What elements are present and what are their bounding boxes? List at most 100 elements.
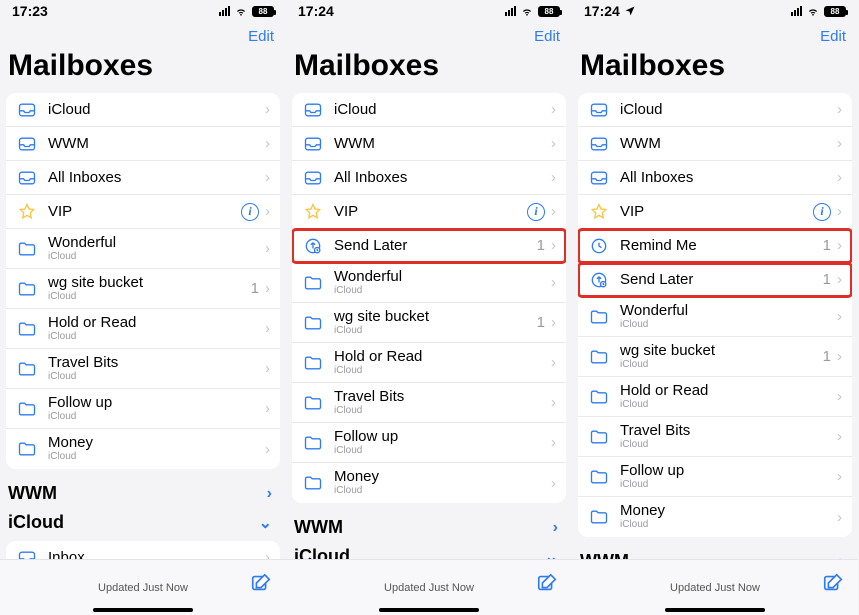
row-label: Money — [334, 469, 551, 485]
row-sublabel: iCloud — [334, 326, 537, 337]
chevron-right-icon: › — [551, 237, 556, 254]
row-sublabel: iCloud — [48, 412, 265, 423]
folder-icon — [302, 472, 324, 494]
scroll-area[interactable]: iCloud › WWM › All Inboxes › VIP i› Send… — [286, 93, 572, 615]
status-time: 17:24 — [584, 3, 620, 19]
group-header-icloud[interactable]: iCloud ⌄ — [0, 512, 286, 541]
compose-button[interactable] — [822, 572, 844, 594]
row-sublabel: iCloud — [334, 486, 551, 497]
row-all-inboxes[interactable]: All Inboxes › — [6, 161, 280, 195]
inbox-icon — [302, 99, 324, 121]
row-label: WWM — [334, 136, 551, 152]
row-wg-site-bucket[interactable]: wg site bucket iCloud 1› — [292, 303, 566, 343]
row-travel-bits[interactable]: Travel Bits iCloud › — [6, 349, 280, 389]
row-wonderful[interactable]: Wonderful iCloud › — [578, 297, 852, 337]
row-remind-me[interactable]: Remind Me 1› — [578, 229, 852, 263]
row-follow-up[interactable]: Follow up iCloud › — [578, 457, 852, 497]
inbox-icon — [588, 167, 610, 189]
row-icloud[interactable]: iCloud › — [292, 93, 566, 127]
row-vip[interactable]: VIP i› — [292, 195, 566, 229]
row-wonderful[interactable]: Wonderful iCloud › — [6, 229, 280, 269]
row-money[interactable]: Money iCloud › — [578, 497, 852, 537]
folder-icon — [588, 466, 610, 488]
row-label: All Inboxes — [48, 170, 265, 186]
row-all-inboxes[interactable]: All Inboxes › — [578, 161, 852, 195]
compose-button[interactable] — [536, 572, 558, 594]
chevron-right-icon: › — [551, 169, 556, 186]
folder-icon — [588, 346, 610, 368]
group-header-wwm[interactable]: WWM › — [0, 483, 286, 512]
row-label: Remind Me — [620, 238, 823, 254]
row-label: iCloud — [334, 102, 551, 118]
row-money[interactable]: Money iCloud › — [292, 463, 566, 503]
row-label: VIP — [48, 204, 241, 220]
chevron-right-icon: › — [265, 360, 270, 377]
star-icon — [16, 201, 38, 223]
row-follow-up[interactable]: Follow up iCloud › — [6, 389, 280, 429]
row-travel-bits[interactable]: Travel Bits iCloud › — [292, 383, 566, 423]
row-vip[interactable]: VIP i › — [578, 195, 852, 229]
edit-button[interactable]: Edit — [534, 28, 560, 45]
compose-button[interactable] — [250, 572, 272, 594]
scroll-area[interactable]: iCloud › WWM › All Inboxes › VIP i› Wond… — [0, 93, 286, 615]
row-hold-or-read[interactable]: Hold or Read iCloud › — [6, 309, 280, 349]
row-wg-site-bucket[interactable]: wg site bucket iCloud 1› — [578, 337, 852, 377]
home-indicator — [93, 608, 193, 612]
row-icloud[interactable]: iCloud › — [6, 93, 280, 127]
folder-icon — [588, 506, 610, 528]
info-icon[interactable]: i — [241, 203, 259, 221]
chevron-right-icon: › — [551, 274, 556, 291]
info-icon[interactable]: i — [813, 203, 831, 221]
row-send-later[interactable]: Send Later 1› — [578, 263, 852, 297]
chevron-right-icon: › — [837, 509, 842, 526]
status-bar: 17:24 88 — [572, 0, 858, 22]
scroll-area[interactable]: iCloud › WWM › All Inboxes › VIP i › Remi… — [572, 93, 858, 615]
footer-status: Updated Just Now — [670, 582, 760, 594]
chevron-right-icon: › — [265, 400, 270, 417]
row-wonderful[interactable]: Wonderful iCloud › — [292, 263, 566, 303]
row-vip[interactable]: VIP i› — [6, 195, 280, 229]
row-sublabel: iCloud — [620, 520, 837, 531]
row-wwm[interactable]: WWM › — [292, 127, 566, 161]
row-sublabel: iCloud — [48, 332, 265, 343]
info-icon[interactable]: i — [527, 203, 545, 221]
folder-icon — [588, 386, 610, 408]
folder-icon — [588, 306, 610, 328]
status-bar: 17:24 88 — [286, 0, 572, 22]
row-wg-site-bucket[interactable]: wg site bucket iCloud 1› — [6, 269, 280, 309]
folder-icon — [302, 272, 324, 294]
row-travel-bits[interactable]: Travel Bits iCloud › — [578, 417, 852, 457]
inbox-icon — [16, 167, 38, 189]
row-label: iCloud — [620, 102, 837, 118]
row-send-later[interactable]: Send Later 1› — [292, 229, 566, 263]
toolbar: Updated Just Now — [0, 559, 286, 615]
chevron-right-icon: › — [837, 428, 842, 445]
row-wwm[interactable]: WWM › — [578, 127, 852, 161]
toolbar: Updated Just Now — [572, 559, 858, 615]
row-label: Travel Bits — [334, 389, 551, 405]
row-hold-or-read[interactable]: Hold or Read iCloud › — [292, 343, 566, 383]
folder-icon — [302, 312, 324, 334]
row-wwm[interactable]: WWM › — [6, 127, 280, 161]
row-hold-or-read[interactable]: Hold or Read iCloud › — [578, 377, 852, 417]
group-header-wwm[interactable]: WWM › — [286, 517, 572, 546]
row-label: VIP — [620, 204, 813, 220]
edit-button[interactable]: Edit — [248, 28, 274, 45]
row-label: Money — [620, 503, 837, 519]
row-sublabel: iCloud — [48, 252, 265, 263]
main-mailboxes-section: iCloud › WWM › All Inboxes › VIP i› Send… — [292, 93, 566, 503]
row-label: All Inboxes — [620, 170, 837, 186]
row-all-inboxes[interactable]: All Inboxes › — [292, 161, 566, 195]
row-label: wg site bucket — [620, 343, 823, 359]
group-title: iCloud — [8, 512, 64, 533]
row-label: Follow up — [48, 395, 265, 411]
chevron-right-icon: › — [837, 388, 842, 405]
edit-button[interactable]: Edit — [820, 28, 846, 45]
row-money[interactable]: Money iCloud › — [6, 429, 280, 469]
home-indicator — [379, 608, 479, 612]
row-icloud[interactable]: iCloud › — [578, 93, 852, 127]
chevron-right-icon: › — [551, 354, 556, 371]
row-follow-up[interactable]: Follow up iCloud › — [292, 423, 566, 463]
chevron-right-icon: › — [837, 203, 842, 220]
folder-icon — [16, 278, 38, 300]
